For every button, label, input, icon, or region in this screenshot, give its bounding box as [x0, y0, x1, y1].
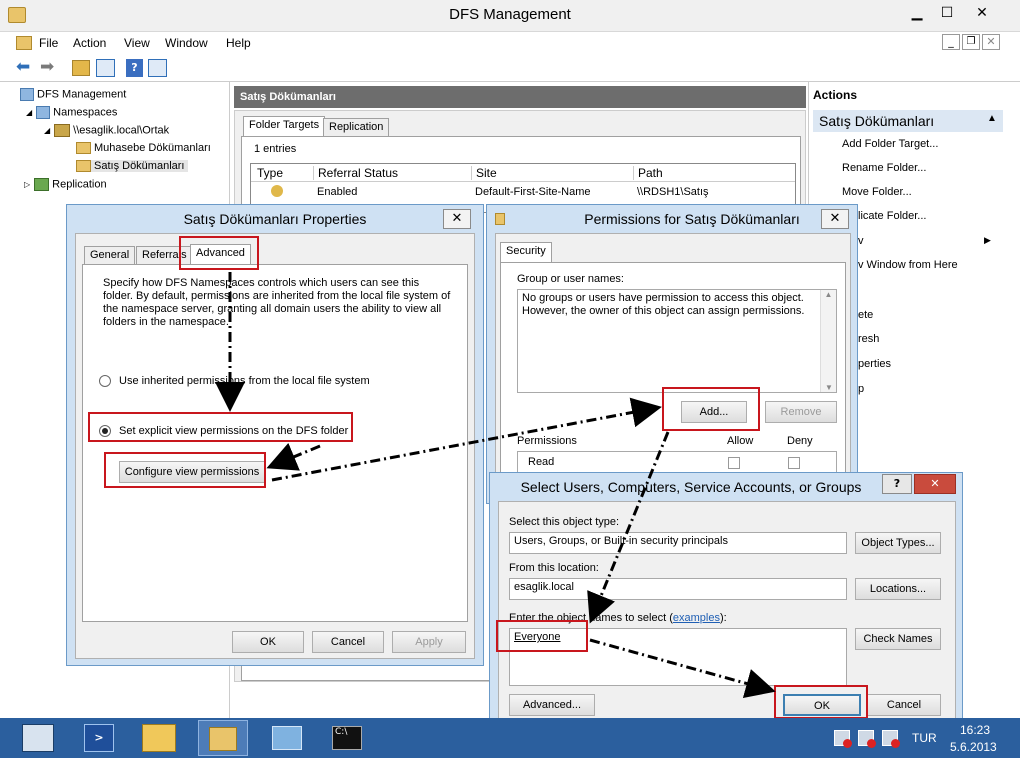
arrow-radio-to-configure: [266, 442, 321, 471]
error-badge-icon: [891, 739, 900, 748]
arrow-add-to-everyone: [587, 431, 670, 624]
arrow-configure-to-add: [271, 397, 662, 482]
annotation-arrows: [215, 272, 776, 699]
arrow-everyone-to-ok: [589, 638, 776, 699]
clock-date[interactable]: 5.6.2013: [950, 740, 997, 754]
error-badge-icon: [867, 739, 876, 748]
network-warning-icon[interactable]: [834, 730, 852, 748]
explorer-icon[interactable]: [142, 724, 176, 752]
server-manager-icon[interactable]: [22, 724, 54, 752]
speaker-icon[interactable]: [882, 730, 900, 748]
language-indicator[interactable]: TUR: [912, 731, 937, 745]
dfs-folder-icon: [209, 727, 237, 751]
remote-icon[interactable]: [272, 726, 302, 750]
powershell-icon[interactable]: >: [84, 724, 114, 752]
flag-icon[interactable]: [858, 730, 876, 748]
taskbar: > C:\ TUR 16:23 5.6.2013: [0, 718, 1020, 758]
dfs-taskbar-icon[interactable]: [198, 720, 248, 756]
error-badge-icon: [843, 739, 852, 748]
cmd-icon[interactable]: C:\: [332, 726, 362, 750]
clock-time[interactable]: 16:23: [960, 723, 990, 737]
